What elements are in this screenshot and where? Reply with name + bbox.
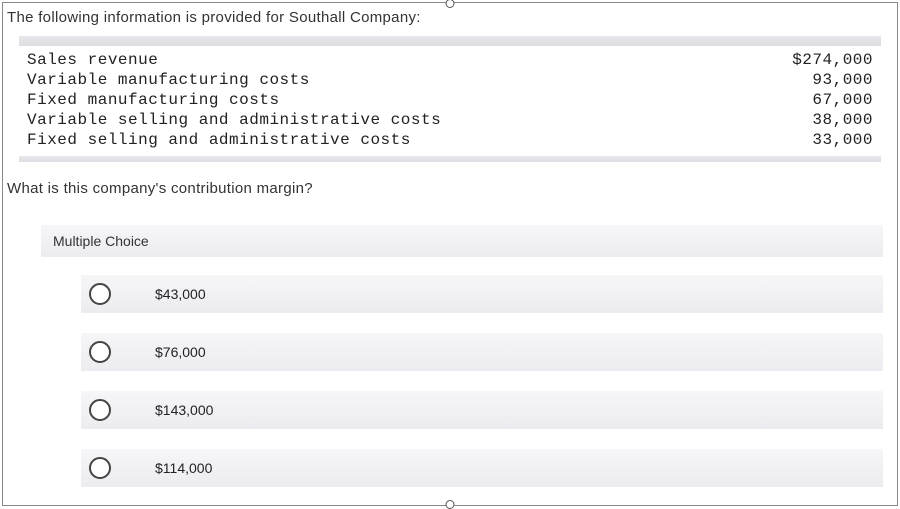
data-label: Variable manufacturing costs	[27, 70, 310, 90]
data-label: Fixed selling and administrative costs	[27, 130, 411, 150]
radio-icon[interactable]	[89, 399, 111, 421]
option-label: $143,000	[155, 402, 213, 418]
radio-icon[interactable]	[89, 341, 111, 363]
data-row: Fixed manufacturing costs 67,000	[27, 90, 873, 110]
option-a[interactable]: $43,000	[81, 275, 883, 313]
data-row: Sales revenue $274,000	[27, 50, 873, 70]
data-value: 67,000	[763, 90, 873, 110]
data-value: 38,000	[763, 110, 873, 130]
data-row: Variable manufacturing costs 93,000	[27, 70, 873, 90]
data-value: 93,000	[763, 70, 873, 90]
data-label: Variable selling and administrative cost…	[27, 110, 441, 130]
data-value: $274,000	[763, 50, 873, 70]
option-b[interactable]: $76,000	[81, 333, 883, 371]
option-d[interactable]: $114,000	[81, 449, 883, 487]
data-label: Fixed manufacturing costs	[27, 90, 280, 110]
multiple-choice-block: Multiple Choice $43,000 $76,000 $143,000…	[41, 225, 897, 487]
data-header-bar	[19, 36, 881, 46]
question-content: The following information is provided fo…	[3, 3, 897, 487]
multiple-choice-title: Multiple Choice	[41, 225, 883, 257]
selection-frame: The following information is provided fo…	[2, 2, 898, 506]
option-label: $76,000	[155, 344, 206, 360]
radio-icon[interactable]	[89, 457, 111, 479]
data-table: Sales revenue $274,000 Variable manufact…	[19, 36, 881, 162]
option-label: $114,000	[155, 460, 212, 476]
data-row: Fixed selling and administrative costs 3…	[27, 130, 873, 150]
options-list: $43,000 $76,000 $143,000 $114,000	[41, 275, 897, 487]
option-c[interactable]: $143,000	[81, 391, 883, 429]
data-label: Sales revenue	[27, 50, 158, 70]
radio-icon[interactable]	[89, 283, 111, 305]
question-text: What is this company's contribution marg…	[3, 162, 897, 197]
option-label: $43,000	[155, 286, 206, 302]
intro-text: The following information is provided fo…	[3, 9, 897, 36]
data-rows: Sales revenue $274,000 Variable manufact…	[19, 46, 881, 156]
data-value: 33,000	[763, 130, 873, 150]
data-row: Variable selling and administrative cost…	[27, 110, 873, 130]
